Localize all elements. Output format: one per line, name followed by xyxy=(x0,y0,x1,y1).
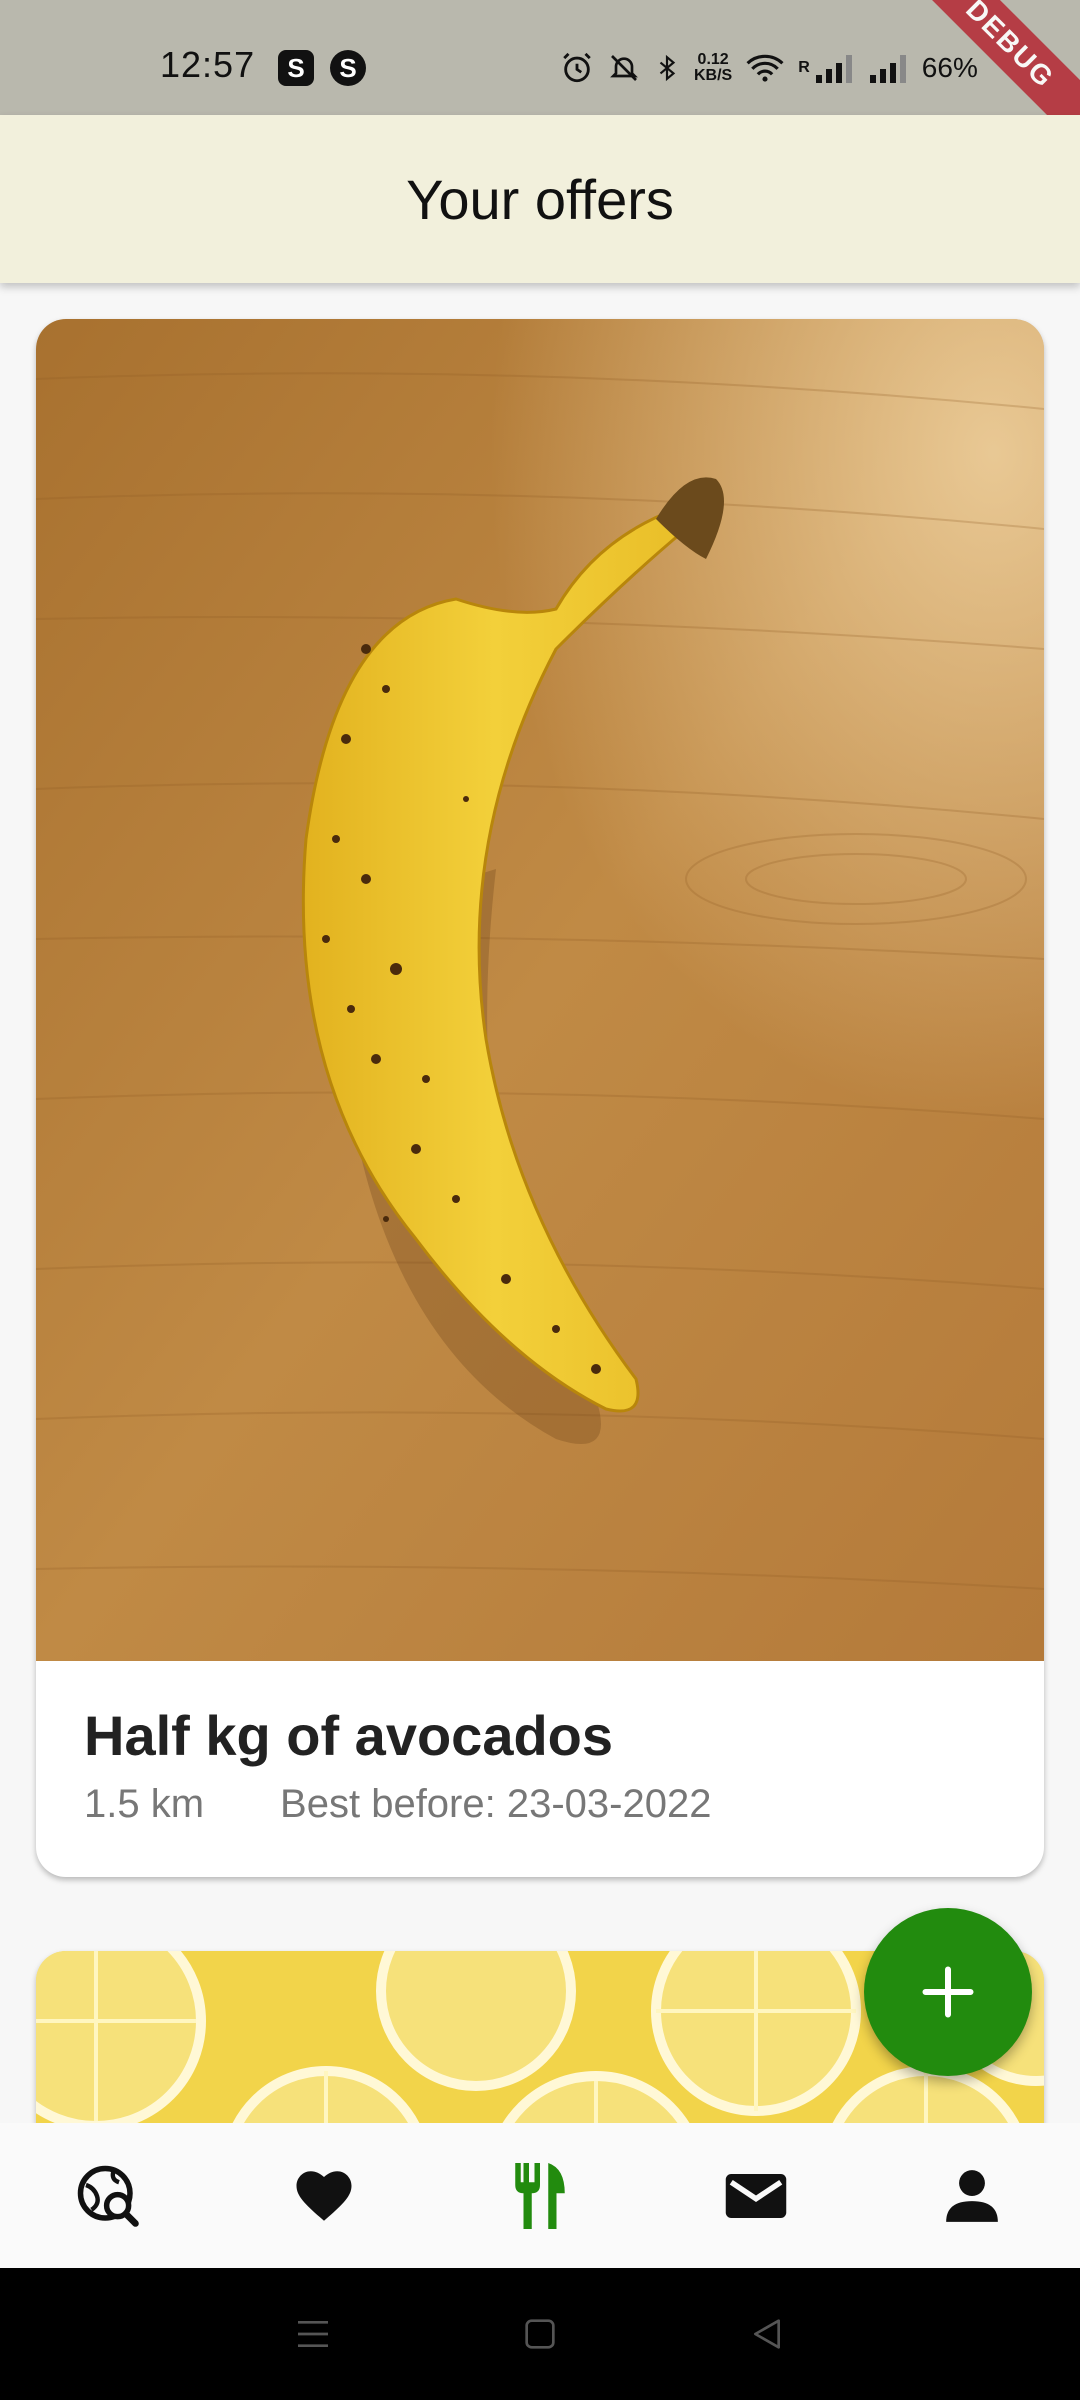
recents-icon[interactable] xyxy=(293,2314,333,2354)
add-icon xyxy=(922,1966,974,2018)
person-icon xyxy=(946,2169,998,2222)
offers-list[interactable]: Half kg of avocados 1.5 km Best before: … xyxy=(0,283,1080,2123)
page-title: Your offers xyxy=(406,167,674,231)
back-icon[interactable] xyxy=(747,2314,787,2354)
wifi-icon xyxy=(746,54,784,82)
roaming-indicator: R xyxy=(798,59,810,76)
app-notification-icon: S xyxy=(330,50,366,86)
battery-level: 66% xyxy=(921,52,978,83)
fork-knife-icon xyxy=(515,2162,565,2229)
offer-title: Half kg of avocados xyxy=(84,1704,614,1767)
bottom-navigation xyxy=(0,2123,1080,2268)
offer-card[interactable]: Half kg of avocados 1.5 km Best before: … xyxy=(36,319,1044,1877)
offer-best-before: Best before: 23-03-2022 xyxy=(280,1782,712,1826)
offer-distance: 1.5 km xyxy=(84,1782,205,1826)
status-icons: 0.12 KB/S R 66% xyxy=(560,48,978,88)
alarm-icon xyxy=(563,52,591,83)
status-time: 12:57 xyxy=(160,44,256,85)
signal-icon-sim1 xyxy=(815,55,852,83)
bluetooth-icon xyxy=(659,54,676,82)
nav-item-messages[interactable] xyxy=(696,2136,816,2256)
system-navigation-bar xyxy=(0,2268,1080,2400)
nav-item-favorites[interactable] xyxy=(264,2136,384,2256)
nav-item-profile[interactable] xyxy=(912,2136,1032,2256)
mute-bell-icon xyxy=(610,55,638,81)
app-bar: Your offers xyxy=(0,115,1080,283)
mail-icon xyxy=(725,2173,787,2218)
search-location-icon xyxy=(77,2165,139,2227)
skype-notification-icon: S xyxy=(278,50,314,86)
network-speed: 0.12 KB/S xyxy=(694,51,733,84)
offer-info: Half kg of avocados 1.5 km Best before: … xyxy=(36,1661,1044,1827)
signal-icon-sim2 xyxy=(869,55,906,83)
status-bar: 12:57 S S 0.12 KB/S R 66% DEBUG xyxy=(0,0,1080,153)
nav-item-explore[interactable] xyxy=(48,2136,168,2256)
add-offer-button[interactable] xyxy=(864,1908,1032,2076)
banana-photo xyxy=(36,319,1044,1661)
heart-icon xyxy=(296,2170,352,2221)
nav-item-offers[interactable] xyxy=(480,2136,600,2256)
offer-meta: 1.5 km Best before: 23-03-2022 xyxy=(84,1782,996,1827)
home-icon[interactable] xyxy=(520,2314,560,2354)
